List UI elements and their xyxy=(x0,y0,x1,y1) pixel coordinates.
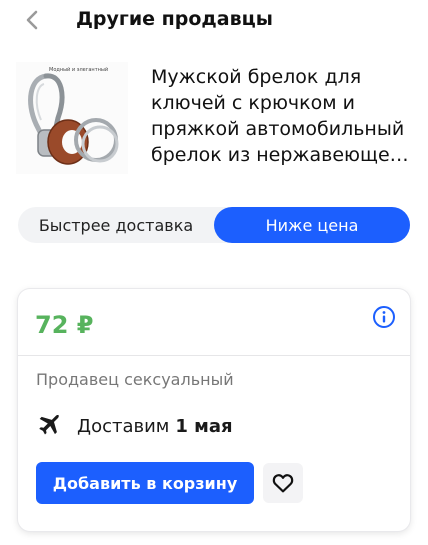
header: Другие продавцы xyxy=(0,0,428,42)
product-image-caption: Модный и элегантный xyxy=(49,67,109,73)
sort-segmented-control: Быстрее доставка Ниже цена xyxy=(18,207,410,243)
favorite-button[interactable] xyxy=(263,463,303,503)
tab-lower-price[interactable]: Ниже цена xyxy=(214,207,410,243)
chevron-left-icon xyxy=(26,10,38,30)
product-name[interactable]: Мужской брелок для ключей с крючком и пр… xyxy=(151,64,413,168)
offer-card: 72 ₽ Продавец сексуальный Доставим 1 мая… xyxy=(18,289,410,531)
price-info-button[interactable] xyxy=(372,305,396,329)
product-image[interactable]: Модный и элегантный xyxy=(16,62,128,174)
delivery-info: Доставим 1 мая xyxy=(36,412,233,440)
seller-name[interactable]: Продавец сексуальный xyxy=(36,370,234,389)
delivery-date: 1 мая xyxy=(175,415,233,437)
card-divider xyxy=(18,355,410,356)
back-button[interactable] xyxy=(18,6,46,34)
add-to-cart-button[interactable]: Добавить в корзину xyxy=(36,462,254,504)
info-icon xyxy=(373,306,395,328)
tab-faster-delivery[interactable]: Быстрее доставка xyxy=(18,207,214,243)
page-title: Другие продавцы xyxy=(76,8,273,30)
product-summary: Модный и элегантный Мужской брелок для к… xyxy=(0,52,428,182)
airplane-icon xyxy=(39,414,60,435)
keychain-illustration xyxy=(28,73,119,165)
heart-icon xyxy=(272,474,294,493)
delivery-label: Доставим xyxy=(77,415,170,437)
offer-price: 72 ₽ xyxy=(35,311,94,339)
